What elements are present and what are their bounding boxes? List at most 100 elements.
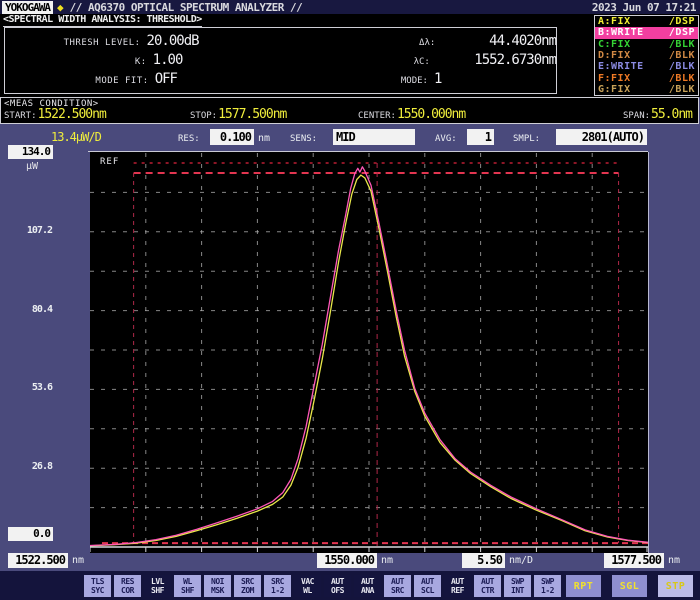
trace-status-panel: A:FIX/DSPB:WRITE/DSPC:FIX/BLKD:FIX/BLKE:… <box>594 15 699 96</box>
instrument-title: // AQ6370 OPTICAL SPECTRUM ANALYZER // <box>70 1 303 14</box>
softkey-aut-ctr[interactable]: AUTCTR <box>474 575 501 597</box>
mode-fit-value: OFF <box>155 71 177 87</box>
softkey-stp[interactable]: STP <box>658 575 693 597</box>
softkey-aut-ana[interactable]: AUTANA <box>354 575 381 597</box>
res-unit: nm <box>258 133 270 144</box>
trace-row-b[interactable]: B:WRITE/DSP <box>595 27 698 38</box>
softkey-vac-wl[interactable]: VACWL <box>294 575 321 597</box>
level-per-division: 13.4μW/D <box>51 130 101 144</box>
softkey-aut-scl[interactable]: AUTSCL <box>414 575 441 597</box>
trace-display-status: /DSP <box>669 27 695 38</box>
stop-value: 1577.500nm <box>218 107 286 122</box>
softkey-aut-ref[interactable]: AUTREF <box>444 575 471 597</box>
y-axis-tick-label: 53.6 <box>0 382 52 393</box>
mode-value: 1 <box>428 71 556 87</box>
mode-fit-label: MODE FIT: <box>5 76 149 86</box>
span-value: 55.0nm <box>651 107 692 122</box>
softkey-sgl[interactable]: SGL <box>612 575 647 597</box>
trace-row-e[interactable]: E:WRITE/BLK <box>595 61 698 72</box>
ref-marker-label: REF <box>100 157 119 167</box>
mode-label: MODE: <box>177 76 428 86</box>
y-axis-tick-label: 80.4 <box>0 304 52 315</box>
softkey-aut-ofs[interactable]: AUTOFS <box>324 575 351 597</box>
x-start-unit: nm <box>72 555 84 566</box>
softkey-toolbar: TLSSYCRESCORLVLSHFWLSHFNOIMSKSRCZOMSRC1-… <box>0 571 700 600</box>
avg-label: AVG: <box>435 134 457 144</box>
trace-display-status: /BLK <box>669 39 695 50</box>
plot-right-border <box>648 152 649 553</box>
softkey-src-zom[interactable]: SRCZOM <box>234 575 261 597</box>
trace-row-d[interactable]: D:FIX/BLK <box>595 50 698 61</box>
x-stop-unit: nm <box>668 555 680 566</box>
thresh-level-value: 20.00dB <box>147 33 199 49</box>
softkey-rpt[interactable]: RPT <box>566 575 601 597</box>
softkey-res-cor[interactable]: RESCOR <box>114 575 141 597</box>
spectrum-plot-area: REF <box>90 152 648 553</box>
softkey-group: TLSSYCRESCORLVLSHFWLSHFNOIMSKSRCZOMSRC1-… <box>84 575 561 597</box>
meas-condition-panel: <MEAS CONDITION> START: 1522.500nm STOP:… <box>0 97 699 124</box>
span-label: SPAN: <box>623 111 650 121</box>
smpl-field[interactable]: 2801(AUTO) <box>556 129 647 145</box>
trace-display-status: /BLK <box>669 61 695 72</box>
softkey-tls-syc[interactable]: TLSSYC <box>84 575 111 597</box>
analysis-strip: <SPECTRAL WIDTH ANALYSIS: THRESHOLD> THR… <box>0 14 700 97</box>
analysis-params-box: THRESH LEVEL: 20.00dB Δλ: 44.4020nm K: 1… <box>4 27 557 94</box>
center-label: CENTER: <box>358 111 396 121</box>
smpl-label: SMPL: <box>513 134 540 144</box>
x-per-div-box: 5.50 <box>462 553 505 568</box>
k-label: K: <box>5 57 147 67</box>
x-axis-label-row: 1522.500 nm 1550.000 nm 5.50 nm/D 1577.5… <box>0 553 700 569</box>
sens-field[interactable]: MID <box>333 129 415 145</box>
res-field[interactable]: 0.100 <box>210 129 254 145</box>
yokogawa-logo: YOKOGAWA <box>2 1 53 14</box>
brand-diamond-icon: ◆ <box>57 1 64 14</box>
trace-display-status: /BLK <box>669 84 695 95</box>
start-label: START: <box>4 111 37 121</box>
trace-mode-label: E:WRITE <box>598 61 644 72</box>
softkey-swp-1-2[interactable]: SWP1-2 <box>534 575 561 597</box>
softkey-src-1-2[interactable]: SRC1-2 <box>264 575 291 597</box>
softkey-noi-msk[interactable]: NOIMSK <box>204 575 231 597</box>
softkey-lvl-shf[interactable]: LVLSHF <box>144 575 171 597</box>
y-axis-tick-label: 26.8 <box>0 461 52 472</box>
datetime: 2023 Jun 07 17:21 <box>592 1 696 14</box>
y-axis-unit: μW <box>26 161 38 172</box>
trace-display-status: /BLK <box>669 73 695 84</box>
trace-mode-label: A:FIX <box>598 16 631 27</box>
avg-field[interactable]: 1 <box>467 129 494 145</box>
softkey-swp-int[interactable]: SWPINT <box>504 575 531 597</box>
stop-label: STOP: <box>190 111 217 121</box>
thresh-level-label: THRESH LEVEL: <box>5 38 141 48</box>
k-value: 1.00 <box>153 52 183 68</box>
trace-display-status: /BLK <box>669 50 695 61</box>
softkey-aut-src[interactable]: AUTSRC <box>384 575 411 597</box>
sweep-settings-row: 13.4μW/D RES: 0.100 nm SENS: MID AVG: 1 … <box>0 125 700 152</box>
trace-mode-label: G:FIX <box>598 84 631 95</box>
softkey-wl-shf[interactable]: WLSHF <box>174 575 201 597</box>
trace-row-c[interactable]: C:FIX/BLK <box>595 39 698 50</box>
trace-mode-label: C:FIX <box>598 39 631 50</box>
x-center-unit: nm <box>381 555 393 566</box>
trace-row-g[interactable]: G:FIX/BLK <box>595 84 698 95</box>
ref-level-box: 134.0 <box>8 145 53 159</box>
sens-label: SENS: <box>290 134 317 144</box>
spectrum-chart <box>90 153 648 553</box>
delta-lambda-value: 44.4020nm <box>435 33 556 49</box>
trace-row-a[interactable]: A:FIX/DSP <box>595 16 698 27</box>
trace-row-f[interactable]: F:FIX/BLK <box>595 72 698 83</box>
trace-display-status: /DSP <box>669 16 695 27</box>
trace-mode-label: B:WRITE <box>598 27 644 38</box>
lambda-c-value: 1552.6730nm <box>430 52 556 68</box>
analysis-panel-title: <SPECTRAL WIDTH ANALYSIS: THRESHOLD> <box>3 14 202 27</box>
x-per-div-unit: nm/D <box>509 555 533 566</box>
osa-screen: YOKOGAWA ◆ // AQ6370 OPTICAL SPECTRUM AN… <box>0 0 700 600</box>
y-bottom-box: 0.0 <box>8 527 53 541</box>
y-axis-tick-label: 107.2 <box>0 225 52 236</box>
delta-lambda-label: Δλ: <box>199 38 436 48</box>
title-bar: YOKOGAWA ◆ // AQ6370 OPTICAL SPECTRUM AN… <box>0 0 700 14</box>
x-center-box: 1550.000 <box>317 553 377 568</box>
trace-mode-label: D:FIX <box>598 50 631 61</box>
lambda-c-label: λC: <box>182 57 429 67</box>
center-value: 1550.000nm <box>397 107 465 122</box>
x-stop-box: 1577.500 <box>604 553 664 568</box>
